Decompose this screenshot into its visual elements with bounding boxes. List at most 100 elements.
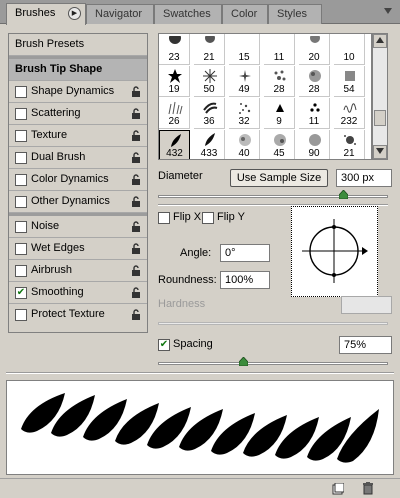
protect-texture-checkbox[interactable] [15, 309, 27, 321]
scrollbar-thumb[interactable] [374, 110, 386, 126]
lock-icon[interactable] [131, 221, 141, 232]
brush-size-label: 50 [203, 84, 215, 95]
brush-size-label: 20 [308, 52, 320, 63]
brush-presets-item[interactable]: Brush Presets [9, 34, 147, 56]
brush-tip-cell[interactable]: 9 [264, 98, 295, 129]
spacing-checkbox[interactable]: ✔ [158, 339, 170, 351]
brush-tip-cell[interactable]: 28 [299, 66, 330, 97]
splatter-brush-icon [344, 135, 356, 145]
brush-tip-cell[interactable]: 26 [159, 98, 190, 129]
brush-tip-cell-selected[interactable]: 432 [159, 130, 190, 159]
play-icon[interactable]: ▶ [68, 7, 81, 20]
brush-tip-cell[interactable]: 21 [334, 130, 365, 159]
lock-icon[interactable] [131, 196, 141, 207]
brush-tip-cell[interactable]: 21 [194, 34, 225, 65]
lock-icon[interactable] [131, 243, 141, 254]
brush-tip-cell[interactable]: 19 [159, 66, 190, 97]
tab-styles[interactable]: Styles [268, 4, 322, 24]
airbrush-checkbox[interactable] [15, 265, 27, 277]
option-color-dynamics[interactable]: Color Dynamics [9, 169, 147, 191]
dots-brush-icon [239, 103, 251, 114]
lock-icon[interactable] [131, 86, 141, 97]
option-shape-dynamics[interactable]: Shape Dynamics [9, 81, 147, 103]
option-texture[interactable]: Texture [9, 125, 147, 147]
diameter-slider-thumb[interactable] [339, 190, 348, 199]
brush-tip-cell[interactable]: 433 [194, 130, 225, 159]
noise-checkbox[interactable] [15, 221, 27, 233]
spacing-slider-track[interactable] [158, 362, 388, 365]
brush-tip-cell[interactable]: 20 [299, 34, 330, 65]
texture-checkbox[interactable] [15, 130, 27, 142]
spacing-field[interactable]: 75% [339, 336, 392, 354]
option-smoothing[interactable]: ✔ Smoothing [9, 282, 147, 304]
angle-roundness-preview[interactable] [291, 206, 378, 297]
hardness-label: Hardness [158, 298, 206, 310]
brush-tip-cell[interactable]: 40 [229, 130, 260, 159]
brush-grid-scrollbar[interactable] [372, 33, 388, 160]
lock-icon[interactable] [131, 108, 141, 119]
brush-size-label: 45 [273, 148, 285, 159]
lock-icon[interactable] [131, 130, 141, 141]
color-dynamics-checkbox[interactable] [15, 174, 27, 186]
scroll-down-button[interactable] [373, 145, 387, 159]
brush-tip-cell[interactable]: 49 [229, 66, 260, 97]
brush-tip-shape-item[interactable]: Brush Tip Shape [9, 59, 147, 81]
option-other-dynamics[interactable]: Other Dynamics [9, 191, 147, 213]
option-airbrush[interactable]: Airbrush [9, 260, 147, 282]
scatter-brush-icon [345, 71, 355, 81]
option-protect-texture[interactable]: Protect Texture [9, 304, 147, 326]
brush-tip-cell[interactable]: 15 [229, 34, 260, 65]
panel-tab-bar: Brushes ▶ Navigator Swatches Color Style… [0, 0, 400, 25]
brush-tip-cell[interactable]: 32 [229, 98, 260, 129]
roundness-field[interactable]: 100% [220, 271, 270, 289]
diameter-field[interactable]: 300 px [336, 169, 392, 187]
brush-tip-cell[interactable]: 232 [334, 98, 365, 129]
flip-y-checkbox[interactable] [202, 212, 214, 224]
diameter-slider-track[interactable] [158, 195, 388, 198]
brush-tip-shape-label: Brush Tip Shape [15, 63, 103, 75]
tab-navigator[interactable]: Navigator [86, 4, 154, 24]
lock-icon[interactable] [131, 174, 141, 185]
option-scattering[interactable]: Scattering [9, 103, 147, 125]
brush-tip-icon [310, 36, 320, 43]
spacing-slider-thumb[interactable] [239, 357, 248, 366]
brush-tip-cell[interactable]: 28 [264, 66, 295, 97]
use-sample-size-button[interactable]: Use Sample Size [230, 169, 328, 187]
angle-label: Angle: [180, 247, 212, 259]
brush-tip-cell[interactable]: 11 [264, 34, 295, 65]
lock-icon[interactable] [131, 152, 141, 163]
smoothing-checkbox[interactable]: ✔ [15, 287, 27, 299]
brush-tip-cell[interactable]: 36 [194, 98, 225, 129]
brush-tip-cell[interactable]: 90 [299, 130, 330, 159]
lock-icon[interactable] [131, 265, 141, 276]
wet-edges-checkbox[interactable] [15, 243, 27, 255]
scroll-up-button[interactable] [373, 34, 387, 48]
dual-brush-checkbox[interactable] [15, 152, 27, 164]
shape-dynamics-checkbox[interactable] [15, 86, 27, 98]
tab-brushes[interactable]: Brushes ▶ [6, 3, 86, 25]
brush-tip-cell[interactable]: 54 [334, 66, 365, 97]
option-wet-edges[interactable]: Wet Edges [9, 238, 147, 260]
option-dual-brush[interactable]: Dual Brush [9, 147, 147, 169]
grass-brush-icon [168, 101, 183, 115]
scattering-checkbox[interactable] [15, 108, 27, 120]
flip-y-label: Flip Y [217, 211, 245, 223]
angle-field[interactable]: 0° [220, 244, 270, 262]
panel-menu-icon[interactable] [382, 6, 394, 18]
tab-color[interactable]: Color [222, 4, 268, 24]
tab-swatches[interactable]: Swatches [154, 4, 222, 24]
create-new-brush-icon[interactable] [332, 483, 344, 495]
flip-x-checkbox[interactable] [158, 212, 170, 224]
option-noise[interactable]: Noise [9, 216, 147, 238]
trash-icon[interactable] [362, 482, 374, 495]
spacing-label: Spacing [173, 338, 213, 350]
brush-tip-cell[interactable]: 10 [334, 34, 365, 65]
brush-tip-cell[interactable]: 23 [159, 34, 190, 65]
brush-tip-cell[interactable]: 11 [299, 98, 330, 129]
brush-tip-cell[interactable]: 45 [264, 130, 295, 159]
brush-tip-cell[interactable]: 50 [194, 66, 225, 97]
lock-icon[interactable] [131, 287, 141, 298]
lock-icon[interactable] [131, 309, 141, 320]
three-dots-brush-icon [310, 103, 320, 112]
other-dynamics-checkbox[interactable] [15, 196, 27, 208]
